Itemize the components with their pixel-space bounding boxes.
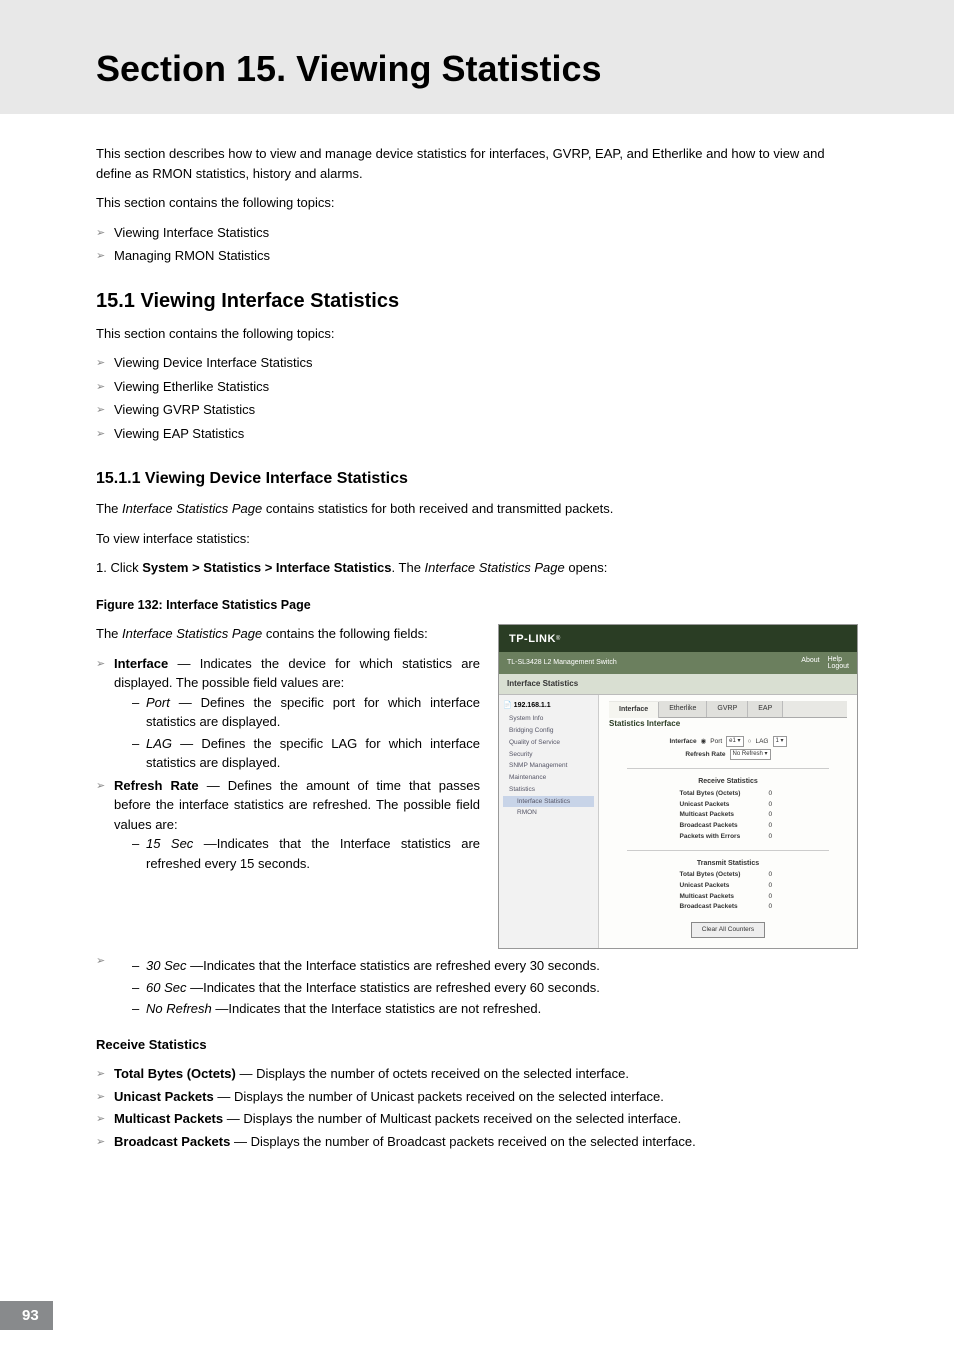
tree-item[interactable]: Quality of Service: [503, 737, 594, 749]
sub-no-refresh: No Refresh —Indicates that the Interface…: [132, 999, 858, 1019]
shot-body: Interface Etherlike GVRP EAP Statistics …: [599, 695, 857, 948]
page-title: Section 15. Viewing Statistics: [96, 48, 954, 90]
screenshot-figure: TP-LINK® TL-SL3428 L2 Management Switch …: [498, 624, 858, 949]
tree-item[interactable]: RMON: [503, 807, 594, 819]
tree-item-selected[interactable]: Interface Statistics: [503, 796, 594, 808]
refresh-label: Refresh Rate: [685, 750, 725, 760]
interface-label: Interface: [669, 737, 696, 747]
nav-tree: 📄 192.168.1.1 System Info Bridging Confi…: [499, 695, 599, 948]
port-select[interactable]: e1 ▾: [726, 736, 743, 747]
tab-interface[interactable]: Interface: [609, 702, 659, 719]
sub-lag: LAG — Defines the specific LAG for which…: [132, 734, 480, 773]
list-item: Viewing GVRP Statistics: [96, 400, 858, 420]
recv-unicast: Unicast Packets — Displays the number of…: [96, 1087, 858, 1107]
tree-item[interactable]: Security: [503, 749, 594, 761]
intro-topic-list: Viewing Interface Statistics Managing RM…: [96, 223, 858, 266]
fields-intro: The Interface Statistics Page contains t…: [96, 624, 480, 644]
intro-p2: This section contains the following topi…: [96, 193, 858, 213]
sub-30s: 30 Sec —Indicates that the Interface sta…: [132, 956, 858, 976]
lag-select[interactable]: 1 ▾: [773, 736, 787, 747]
breadcrumb: Interface Statistics: [499, 674, 857, 695]
logout-link[interactable]: Logout: [828, 663, 849, 670]
tab-eap[interactable]: EAP: [748, 701, 783, 718]
field-refresh-cont: . 30 Sec —Indicates that the Interface s…: [96, 951, 858, 1019]
s15-1-p1: This section contains the following topi…: [96, 324, 858, 344]
intro-p1: This section describes how to view and m…: [96, 144, 858, 183]
recv-multicast: Multicast Packets — Displays the number …: [96, 1109, 858, 1129]
page-content: This section describes how to view and m…: [0, 144, 954, 1151]
recv-stats-list: Total Bytes (Octets) — Displays the numb…: [96, 1064, 858, 1151]
list-item: Viewing EAP Statistics: [96, 424, 858, 444]
tree-item[interactable]: Bridging Config: [503, 725, 594, 737]
heading-15-1-1: 15.1.1 Viewing Device Interface Statisti…: [96, 467, 858, 491]
shot-title-bar: TL-SL3428 L2 Management Switch About Hel…: [499, 652, 857, 674]
sub-15s: 15 Sec —Indicates that the Interface sta…: [132, 834, 480, 873]
s15-1-topic-list: Viewing Device Interface Statistics View…: [96, 353, 858, 443]
figure-caption: Figure 132: Interface Statistics Page: [96, 596, 858, 615]
tp-link-logo: TP-LINK: [509, 631, 556, 648]
refresh-select[interactable]: No Refresh ▾: [730, 749, 771, 760]
tree-item[interactable]: SNMP Management: [503, 760, 594, 772]
heading-15-1: 15.1 Viewing Interface Statistics: [96, 286, 858, 316]
shot-logo-bar: TP-LINK®: [499, 625, 857, 652]
device-name: TL-SL3428 L2 Management Switch: [507, 658, 801, 669]
sub-60s: 60 Sec —Indicates that the Interface sta…: [132, 978, 858, 998]
field-list: Interface — Indicates the device for whi…: [96, 654, 480, 874]
tree-item[interactable]: Maintenance: [503, 772, 594, 784]
list-item: Managing RMON Statistics: [96, 246, 858, 266]
recv-stats-title: Receive Statistics: [609, 777, 847, 788]
tab-etherlike[interactable]: Etherlike: [659, 701, 707, 718]
list-item: Viewing Device Interface Statistics: [96, 353, 858, 373]
recv-broadcast: Broadcast Packets — Displays the number …: [96, 1132, 858, 1152]
sub-port: Port — Defines the specific port for whi…: [132, 693, 480, 732]
tab-gvrp[interactable]: GVRP: [707, 701, 748, 718]
send-stats-title: Transmit Statistics: [609, 859, 847, 870]
tree-root[interactable]: 📄 192.168.1.1: [503, 699, 594, 714]
recv-total-bytes: Total Bytes (Octets) — Displays the numb…: [96, 1064, 858, 1084]
s15-1-1-p1: The Interface Statistics Page contains s…: [96, 499, 858, 519]
port-radio[interactable]: ◉: [701, 737, 707, 747]
tree-item[interactable]: Statistics: [503, 784, 594, 796]
page-header-band: Section 15. Viewing Statistics: [0, 0, 954, 114]
about-link[interactable]: About: [801, 656, 819, 670]
receive-stats-heading: Receive Statistics: [96, 1035, 858, 1055]
page-number: 93: [0, 1301, 53, 1330]
field-interface: Interface — Indicates the device for whi…: [96, 654, 480, 773]
list-item: Viewing Interface Statistics: [96, 223, 858, 243]
step-1: 1. Click System > Statistics > Interface…: [96, 558, 858, 578]
field-refresh: Refresh Rate — Defines the amount of tim…: [96, 776, 480, 874]
tabs: Interface Etherlike GVRP EAP: [609, 701, 847, 719]
list-item: Viewing Etherlike Statistics: [96, 377, 858, 397]
s15-1-1-p2: To view interface statistics:: [96, 529, 858, 549]
clear-counters-button[interactable]: Clear All Counters: [691, 922, 765, 938]
tree-item[interactable]: System Info: [503, 713, 594, 725]
panel-heading: Statistics Interface: [609, 718, 847, 730]
lag-radio[interactable]: ○: [748, 737, 752, 747]
help-link[interactable]: Help: [828, 656, 849, 663]
